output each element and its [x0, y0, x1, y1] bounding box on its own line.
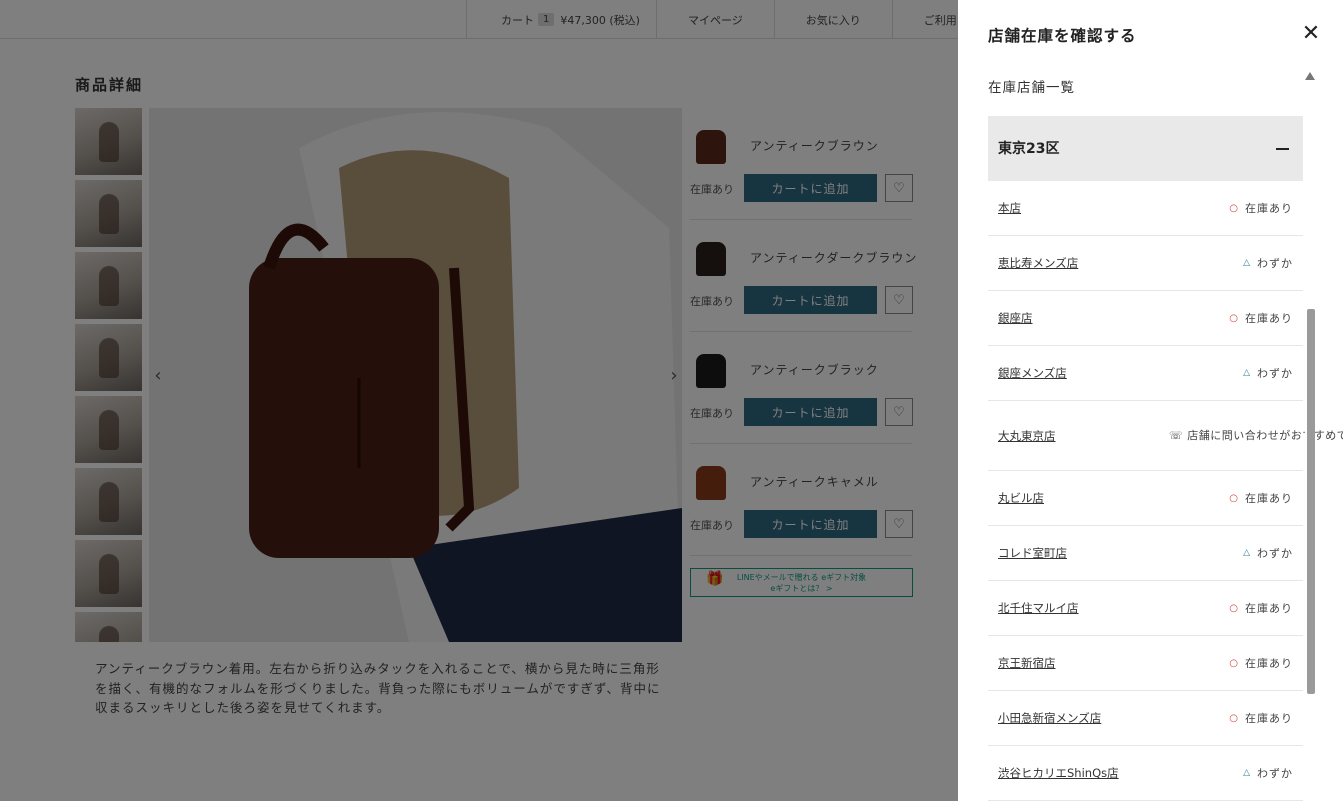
stock-status: ○ 在庫あり [1229, 200, 1293, 216]
store-name-link[interactable]: 銀座店 [998, 310, 1033, 326]
stock-status-label: 在庫あり [1245, 712, 1293, 725]
stock-status: △ わずか [1243, 255, 1293, 271]
store-name-link[interactable]: 丸ビル店 [998, 490, 1044, 506]
phone-icon: ☏ [1169, 428, 1184, 442]
store-list: 本店 ○ 在庫あり 恵比寿メンズ店 △ わずか 銀座店 ○ 在庫あり 銀座メンズ店 △… [988, 181, 1343, 801]
stock-status-label: 在庫あり [1245, 657, 1293, 670]
low-stock-triangle-icon: △ [1243, 548, 1251, 558]
modal-backdrop[interactable] [0, 0, 958, 801]
stock-status-label: 在庫あり [1245, 202, 1293, 215]
stock-status-label: 在庫あり [1245, 312, 1293, 325]
region-accordion-header[interactable]: 東京23区 [988, 116, 1303, 181]
stock-status: △ わずか [1243, 765, 1293, 781]
in-stock-circle-icon: ○ [1229, 202, 1239, 214]
stock-status-label: 店舗に問い合わせがおすすめです [1187, 428, 1343, 442]
stock-status: ○ 在庫あり [1229, 490, 1293, 506]
low-stock-triangle-icon: △ [1243, 258, 1251, 268]
stock-status: ○ 在庫あり [1229, 310, 1293, 326]
stock-status: ○ 在庫あり [1229, 655, 1293, 671]
store-row: 恵比寿メンズ店 △ わずか [988, 236, 1303, 291]
stock-status: △ わずか [1243, 365, 1293, 381]
low-stock-triangle-icon: △ [1243, 368, 1251, 378]
in-stock-circle-icon: ○ [1229, 312, 1239, 324]
stock-status-label: わずか [1257, 257, 1293, 270]
store-row: 丸ビル店 ○ 在庫あり [988, 471, 1303, 526]
scroll-up-arrow-icon[interactable] [1305, 72, 1315, 80]
stock-status: ☏ 店舗に問い合わせがおすすめです [1169, 428, 1343, 443]
store-name-link[interactable]: コレド室町店 [998, 545, 1067, 561]
in-stock-circle-icon: ○ [1229, 602, 1239, 614]
store-list-heading: 在庫店舗一覧 [988, 80, 1075, 96]
in-stock-circle-icon: ○ [1229, 657, 1239, 669]
store-name-link[interactable]: 大丸東京店 [998, 428, 1056, 444]
panel-scrollbar-thumb[interactable] [1307, 309, 1315, 694]
stock-status: ○ 在庫あり [1229, 600, 1293, 616]
stock-status: △ わずか [1243, 545, 1293, 561]
stock-status-label: 在庫あり [1245, 602, 1293, 615]
stock-status-label: わずか [1257, 767, 1293, 780]
low-stock-triangle-icon: △ [1243, 768, 1251, 778]
store-row: 京王新宿店 ○ 在庫あり [988, 636, 1303, 691]
in-stock-circle-icon: ○ [1229, 712, 1239, 724]
collapse-minus-icon [1276, 148, 1289, 150]
store-row: 北千住マルイ店 ○ 在庫あり [988, 581, 1303, 636]
stock-status-label: わずか [1257, 547, 1293, 560]
store-name-link[interactable]: 小田急新宿メンズ店 [998, 710, 1101, 726]
stock-status: ○ 在庫あり [1229, 710, 1293, 726]
store-name-link[interactable]: 京王新宿店 [998, 655, 1056, 671]
store-row: コレド室町店 △ わずか [988, 526, 1303, 581]
store-row: 本店 ○ 在庫あり [988, 181, 1303, 236]
in-stock-circle-icon: ○ [1229, 492, 1239, 504]
store-name-link[interactable]: 恵比寿メンズ店 [998, 255, 1078, 271]
store-name-link[interactable]: 渋谷ヒカリエShinQs店 [998, 765, 1119, 781]
store-row: 大丸東京店 ☏ 店舗に問い合わせがおすすめです [988, 401, 1343, 471]
store-row: 銀座店 ○ 在庫あり [988, 291, 1303, 346]
store-row: 銀座メンズ店 △ わずか [988, 346, 1303, 401]
store-row: 小田急新宿メンズ店 ○ 在庫あり [988, 691, 1303, 746]
stock-status-label: 在庫あり [1245, 492, 1293, 505]
store-name-link[interactable]: 銀座メンズ店 [998, 365, 1067, 381]
store-stock-panel: 店舗在庫を確認する ✕ 在庫店舗一覧 東京23区 本店 ○ 在庫あり 恵比寿メンズ… [958, 0, 1343, 801]
store-name-link[interactable]: 北千住マルイ店 [998, 600, 1079, 616]
stock-status-label: わずか [1257, 367, 1293, 380]
close-button[interactable]: ✕ [1299, 22, 1323, 46]
store-row: 渋谷ヒカリエShinQs店 △ わずか [988, 746, 1303, 801]
region-name: 東京23区 [998, 141, 1060, 157]
close-icon: ✕ [1301, 21, 1321, 46]
panel-title: 店舗在庫を確認する [988, 27, 1137, 45]
store-name-link[interactable]: 本店 [998, 200, 1021, 216]
